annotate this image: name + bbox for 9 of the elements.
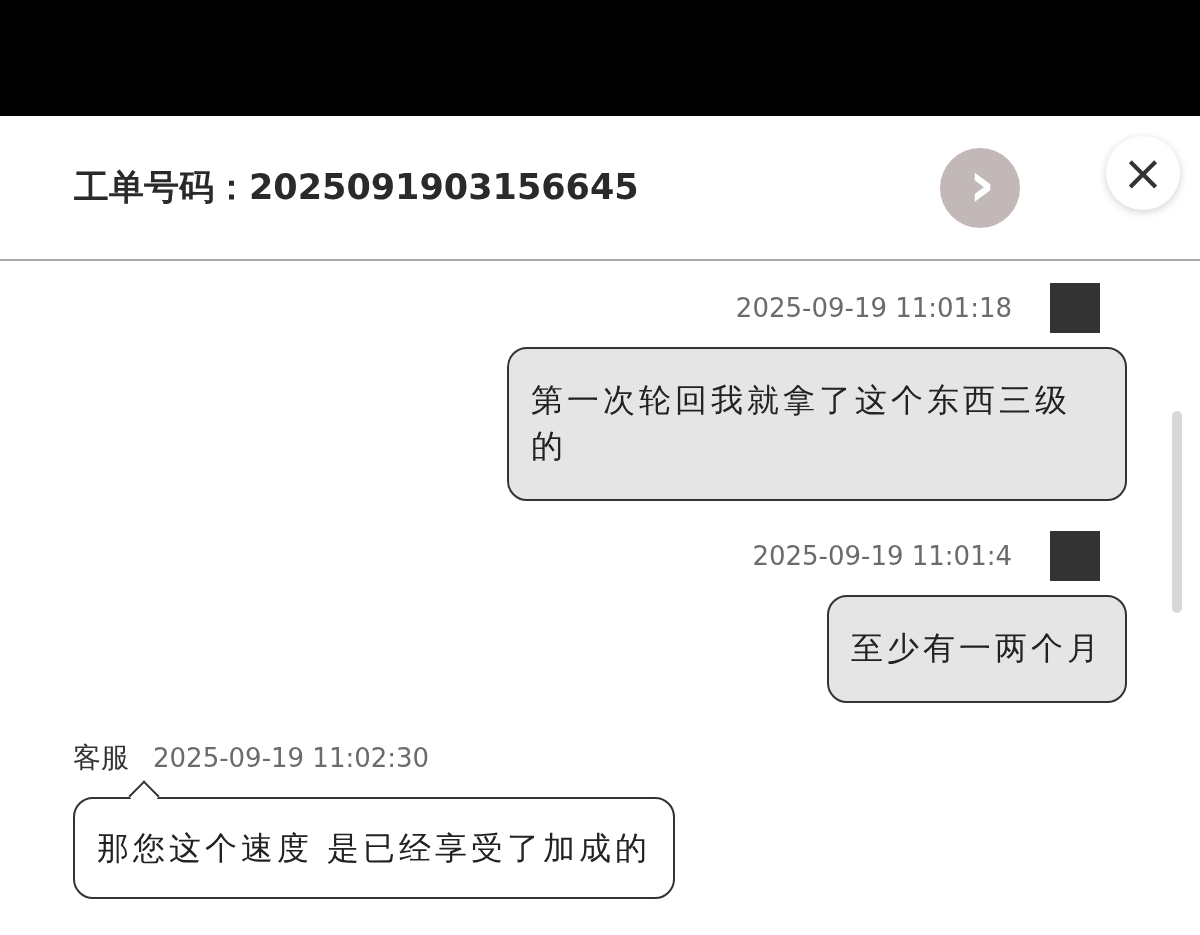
message-time: 2025-09-19 11:02:30	[153, 743, 430, 773]
close-button[interactable]: ×	[1106, 136, 1180, 210]
message-bubble: 第一次轮回我就拿了这个东西三级的	[507, 347, 1127, 501]
message-bubble: 至少有一两个月	[827, 595, 1127, 703]
sender-name: 客服	[73, 740, 129, 776]
message-time: 2025-09-19 11:01:18	[735, 293, 1012, 323]
ticket-number-title: 工单号码：2025091903156645	[74, 166, 640, 209]
message-time: 2025-09-19 11:01:4	[752, 541, 1012, 571]
message-bubble: 那您这个速度 是已经享受了加成的	[73, 797, 676, 899]
